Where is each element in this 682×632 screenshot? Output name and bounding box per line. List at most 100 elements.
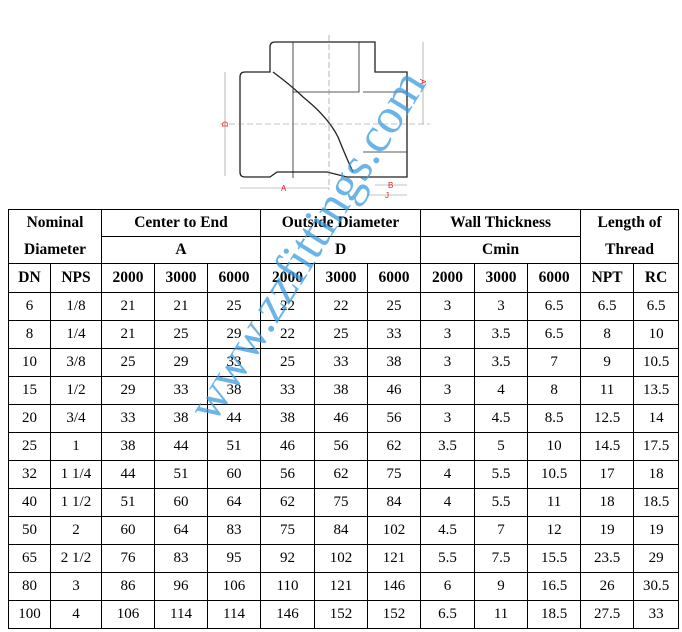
table-cell: 11 [474,600,529,629]
table-cell: 17.5 [633,432,680,461]
table-cell: 114 [206,600,262,629]
table-cell: 56 [314,432,369,461]
table-cell: 23.5 [580,544,635,573]
table-cell: 3 [50,572,102,601]
table-cell: 64 [154,516,208,545]
table-cell: 8.5 [527,404,582,433]
table-cell: 27.5 [580,600,635,629]
column-header: 2000 [260,263,316,293]
table-cell: 50 [8,516,51,545]
table-cell: 13.5 [633,376,680,405]
table-cell: 3 [420,376,476,405]
table-cell: 7 [474,516,529,545]
table-cell: 7 [527,348,582,377]
table-cell: 29 [206,320,262,349]
header-nominal-bottom: Diameter [8,236,102,264]
table-cell: 3 [420,404,476,433]
table-cell: 11 [580,376,635,405]
table-cell: 3/4 [50,404,102,433]
column-header: 6000 [367,263,422,293]
header-length-of-thread-top: Length of [580,209,680,237]
header-length-of-thread-bottom: Thread [580,236,680,264]
table-cell: 22 [260,320,316,349]
header-d: D [260,236,422,264]
table-cell: 18 [633,460,680,489]
table-cell: 1 [50,432,102,461]
table-cell: 146 [260,600,316,629]
table-cell: 8 [8,320,51,349]
table-cell: 51 [154,460,208,489]
table-cell: 3.5 [420,432,476,461]
table-cell: 26 [580,572,635,601]
table-cell: 15.5 [527,544,582,573]
table-cell: 22 [314,292,369,321]
table-cell: 3 [420,320,476,349]
table-cell: 10 [8,348,51,377]
header-nominal-top: Nominal [8,209,102,237]
column-header: 6000 [527,263,582,293]
table-cell: 4 [420,488,476,517]
table-cell: 25 [367,292,422,321]
dimension-label-d: D [221,121,230,127]
table-cell: 33 [367,320,422,349]
table-cell: 5.5 [420,544,476,573]
table-cell: 10.5 [527,460,582,489]
table-cell: 38 [314,376,369,405]
table-row: 20 3/4 33 38 44 38 46 56 3 4.5 8.5 12.5 14 [8,404,680,433]
table-cell: 4.5 [420,516,476,545]
header-a: A [100,236,262,264]
table-cell: 25 [154,320,208,349]
column-header: DN [8,263,51,293]
table-row: 10 3/8 25 29 33 25 33 38 3 3.5 7 9 10.5 [8,348,680,377]
table-cell: 44 [154,432,208,461]
column-header: 2000 [101,263,155,293]
table-cell: 33 [154,376,208,405]
table-cell: 17 [580,460,635,489]
table-cell: 10 [527,432,582,461]
table-cell: 3/8 [50,348,102,377]
table-cell: 29 [154,348,208,377]
table-cell: 76 [101,544,155,573]
table-cell: 46 [260,432,316,461]
table-row: 100 4 106 114 114 146 152 152 6.5 11 18.5 27.5 33 [8,600,680,629]
table-cell: 62 [260,488,316,517]
table-cell: 33 [314,348,369,377]
dimensions-table: Nominal Center to End Outside Diameter W… [8,209,680,629]
table-cell: 75 [367,460,422,489]
column-header-row: DN NPS 2000 3000 6000 2000 3000 6000 2000 3000 600… [8,263,680,293]
table-cell: 102 [367,516,422,545]
dimension-label-j: J [385,191,389,200]
table-cell: 25 [206,292,262,321]
table-cell: 44 [206,404,262,433]
table-cell: 38 [101,432,155,461]
table-cell: 25 [260,348,316,377]
table-cell: 21 [101,320,155,349]
table-cell: 29 [101,376,155,405]
table-row: 8 1/4 21 25 29 22 25 33 3 3.5 6.5 8 10 [8,320,680,349]
table-cell: 6.5 [527,292,582,321]
table-cell: 18.5 [633,488,680,517]
table-cell: 38 [154,404,208,433]
table-cell: 3 [420,292,476,321]
dimension-label-a-vertical: A [418,79,427,85]
table-cell: 8 [580,320,635,349]
table-cell: 62 [314,460,369,489]
table-cell: 83 [206,516,262,545]
table-cell: 110 [260,572,316,601]
table-cell: 1 1/2 [50,488,102,517]
table-cell: 1/4 [50,320,102,349]
table-cell: 1 1/4 [50,460,102,489]
column-header: NPT [580,263,635,293]
table-cell: 152 [367,600,422,629]
table-cell: 121 [367,544,422,573]
table-cell: 84 [367,488,422,517]
table-row: 40 1 1/2 51 60 64 62 75 84 4 5.5 11 18 18.5 [8,488,680,517]
table-cell: 146 [367,572,422,601]
table-cell: 30.5 [633,572,680,601]
column-header: 2000 [420,263,476,293]
table-cell: 44 [101,460,155,489]
table-cell: 21 [101,292,155,321]
column-header: 3000 [474,263,529,293]
table-cell: 38 [367,348,422,377]
header-center-to-end: Center to End [100,209,262,237]
